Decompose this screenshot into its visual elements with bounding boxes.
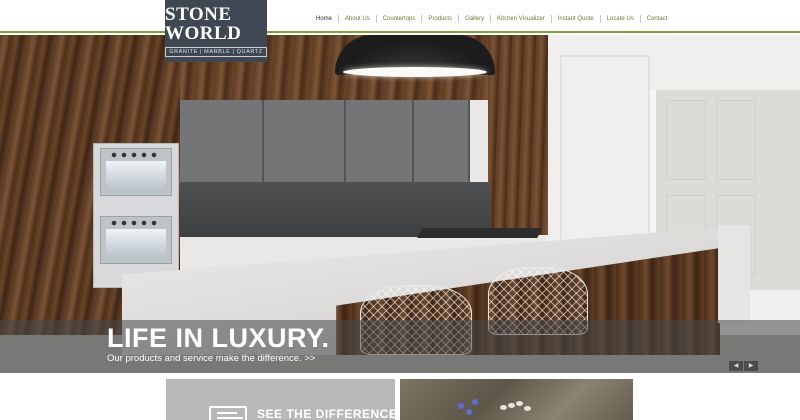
site-header: Home About Us Countertops Products Galle… bbox=[0, 0, 800, 33]
logo-name-second: WORLD bbox=[165, 22, 242, 44]
photo-detail bbox=[508, 403, 515, 408]
hero-wood-column bbox=[488, 35, 548, 235]
chevron-left-icon[interactable]: ◀ bbox=[729, 361, 743, 371]
nav-item-locate-us[interactable]: Locate Us bbox=[601, 14, 640, 24]
hero-cabinets bbox=[180, 100, 470, 182]
logo-tagline: GRANITE | MARBLE | QUARTZ bbox=[165, 46, 267, 58]
nav-item-kitchen-visualizer[interactable]: Kitchen Visualizer bbox=[491, 14, 551, 24]
island-cooktop bbox=[417, 228, 543, 238]
nav-item-contact[interactable]: Contact bbox=[641, 14, 674, 24]
photo-detail bbox=[472, 399, 478, 405]
see-the-difference-label: SEE THE DIFFERENCE bbox=[257, 407, 395, 420]
nav-item-instant-quote[interactable]: Instant Quote bbox=[552, 14, 600, 24]
flower-photo-tile[interactable] bbox=[400, 379, 633, 420]
photo-detail bbox=[524, 406, 531, 411]
hero-slider: LIFE IN LUXURY. Our products and service… bbox=[0, 35, 800, 373]
nav-item-home[interactable]: Home bbox=[310, 14, 338, 24]
pendant-lamp-glow bbox=[343, 67, 487, 77]
nav-item-countertops[interactable]: Countertops bbox=[377, 14, 422, 24]
hero-subtitle-link[interactable]: Our products and service make the differ… bbox=[107, 354, 315, 364]
cabinet-door bbox=[264, 100, 346, 182]
see-the-difference-tile[interactable]: SEE THE DIFFERENCE bbox=[166, 379, 395, 420]
oven-lower bbox=[100, 216, 172, 264]
document-icon bbox=[209, 406, 247, 420]
door-panel bbox=[666, 100, 706, 180]
chevron-right-icon[interactable]: ▶ bbox=[744, 361, 758, 371]
nav-item-products[interactable]: Products bbox=[422, 14, 458, 24]
logo-wordmark: STONE WORLD bbox=[165, 5, 267, 43]
site-logo[interactable]: STONE WORLD GRANITE | MARBLE | QUARTZ bbox=[165, 0, 267, 62]
hero-title: LIFE IN LUXURY. bbox=[107, 323, 330, 353]
photo-detail bbox=[516, 401, 523, 406]
island-end bbox=[718, 225, 750, 323]
cabinet-door bbox=[180, 100, 264, 182]
nav-item-about-us[interactable]: About Us bbox=[339, 14, 376, 24]
cabinet-door bbox=[414, 100, 470, 182]
main-nav: Home About Us Countertops Products Galle… bbox=[310, 14, 673, 24]
cabinet-door bbox=[346, 100, 414, 182]
photo-detail bbox=[466, 409, 472, 415]
door-panel bbox=[716, 100, 756, 180]
logo-name-first: STONE bbox=[165, 3, 232, 25]
hero-ovens bbox=[93, 143, 179, 288]
nav-item-gallery[interactable]: Gallery bbox=[459, 14, 490, 24]
photo-detail bbox=[500, 405, 507, 410]
photo-detail bbox=[458, 403, 464, 409]
oven-upper bbox=[100, 148, 172, 196]
